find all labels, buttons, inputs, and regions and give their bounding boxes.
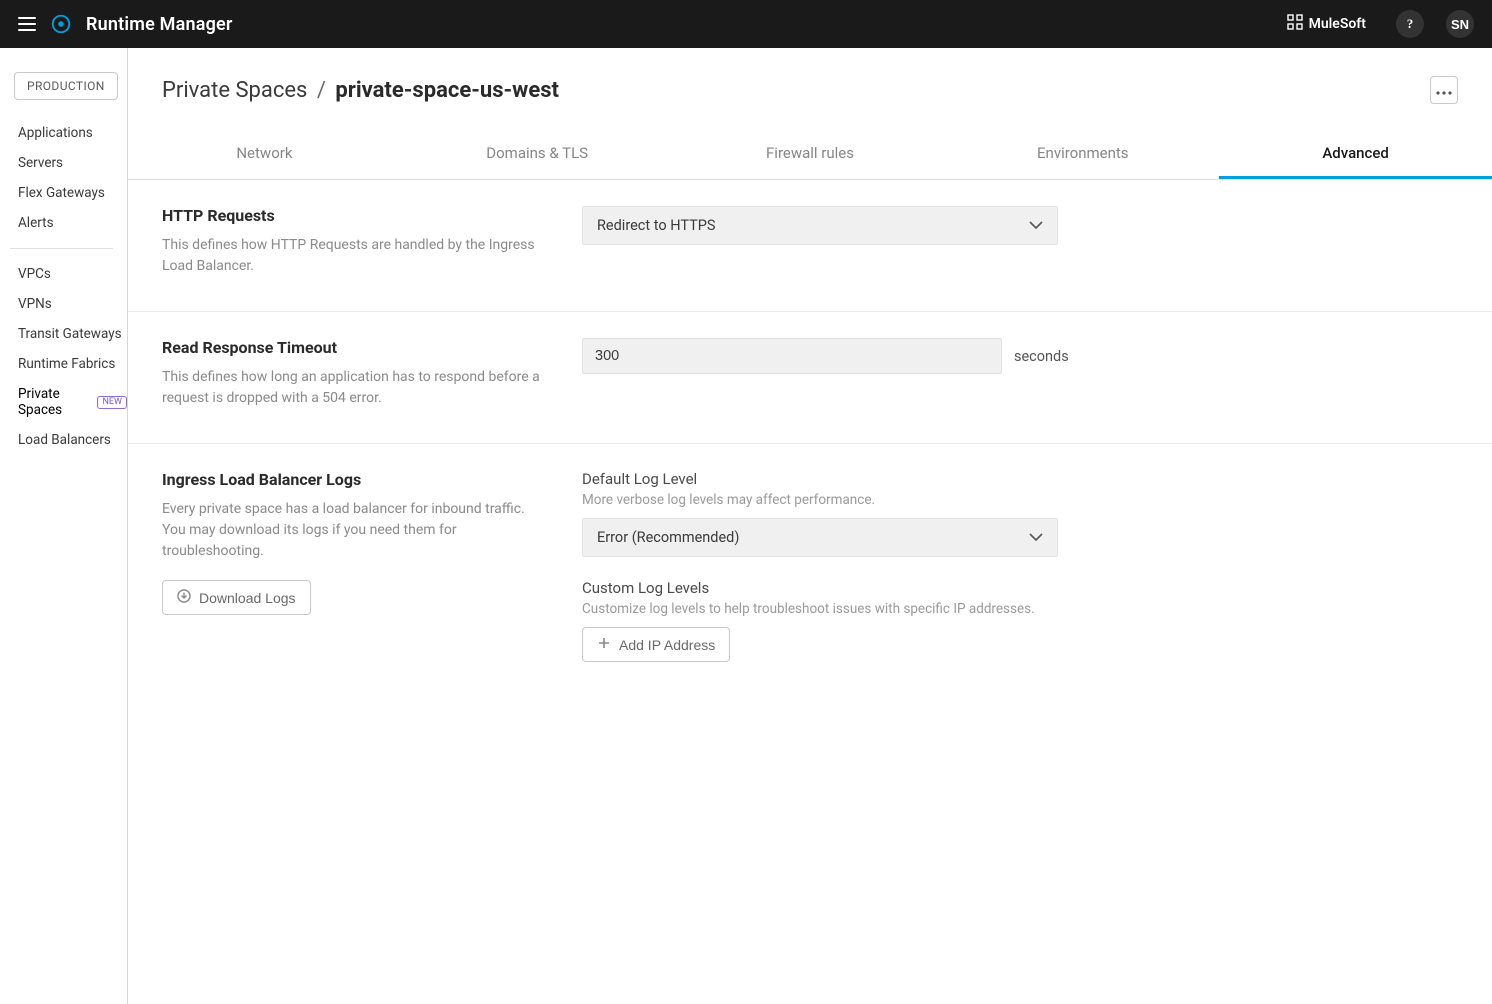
default-log-level-select[interactable]: Error (Recommended) [582,518,1058,557]
sidebar-item-vpcs[interactable]: VPCs [4,259,127,289]
tab-domains-tls[interactable]: Domains & TLS [401,132,674,179]
more-actions-button[interactable] [1430,76,1458,104]
section-title: HTTP Requests [162,206,542,225]
sidebar-item-label: Alerts [18,215,54,231]
topbar: Runtime Manager MuleSoft ? SN [0,0,1492,48]
sidebar-item-servers[interactable]: Servers [4,148,127,178]
brand-link[interactable]: MuleSoft [1287,14,1366,34]
tab-network[interactable]: Network [128,132,401,179]
http-requests-select[interactable]: Redirect to HTTPS [582,206,1058,245]
environment-badge[interactable]: PRODUCTION [14,72,118,100]
timeout-input[interactable] [582,338,1002,374]
hamburger-icon[interactable] [18,17,36,31]
ellipsis-icon [1436,83,1452,98]
field-label: Default Log Level [582,470,1222,488]
breadcrumb-current: private-space-us-west [335,78,559,103]
section-description: This defines how long an application has… [162,367,542,409]
add-ip-address-button[interactable]: Add IP Address [582,627,730,662]
select-value: Redirect to HTTPS [597,217,716,234]
sidebar-item-runtime-fabrics[interactable]: Runtime Fabrics [4,349,127,379]
new-pill: NEW [97,396,127,409]
section-title: Read Response Timeout [162,338,542,357]
breadcrumb-separator: / [313,78,330,103]
chevron-down-icon [1029,529,1043,546]
tab-environments[interactable]: Environments [946,132,1219,179]
page-header: Private Spaces / private-space-us-west [128,48,1492,108]
help-button[interactable]: ? [1396,10,1424,38]
sidebar-item-label: Flex Gateways [18,185,105,201]
select-value: Error (Recommended) [597,529,739,546]
button-label: Download Logs [199,590,296,606]
default-log-level-block: Default Log Level More verbose log level… [582,470,1222,557]
main: Private Spaces / private-space-us-west N… [128,48,1492,1004]
breadcrumb-parent[interactable]: Private Spaces [162,78,307,103]
download-logs-button[interactable]: Download Logs [162,580,311,615]
sidebar-item-label: VPCs [18,266,51,282]
sidebar-item-label: Servers [18,155,63,171]
tabs: Network Domains & TLS Firewall rules Env… [128,132,1492,180]
sidebar-item-private-spaces[interactable]: Private Spaces NEW [4,379,127,425]
tab-firewall[interactable]: Firewall rules [674,132,947,179]
avatar-button[interactable]: SN [1446,10,1474,38]
sidebar-item-label: VPNs [18,296,52,312]
plus-icon [597,636,611,653]
section-ingress-lb-logs: Ingress Load Balancer Logs Every private… [128,444,1492,718]
section-description: Every private space has a load balancer … [162,499,542,562]
section-read-response-timeout: Read Response Timeout This defines how l… [128,312,1492,444]
field-hint: Customize log levels to help troubleshoo… [582,601,1222,617]
chevron-down-icon [1029,217,1043,234]
sidebar-item-load-balancers[interactable]: Load Balancers [4,425,127,455]
app-title: Runtime Manager [86,14,233,35]
sidebar-item-applications[interactable]: Applications [4,118,127,148]
sidebar-item-flex-gateways[interactable]: Flex Gateways [4,178,127,208]
sidebar-item-alerts[interactable]: Alerts [4,208,127,238]
sidebar-item-transit-gateways[interactable]: Transit Gateways [4,319,127,349]
section-http-requests: HTTP Requests This defines how HTTP Requ… [128,180,1492,312]
breadcrumb: Private Spaces / private-space-us-west [162,78,559,103]
download-icon [177,589,191,606]
sidebar-item-label: Applications [18,125,93,141]
app-logo-icon [50,13,72,35]
grid-icon [1287,14,1303,34]
timeout-unit: seconds [1014,348,1069,365]
brand-label: MuleSoft [1309,16,1366,32]
sidebar-separator [10,248,113,249]
button-label: Add IP Address [619,637,715,653]
sidebar-item-label: Private Spaces [18,386,91,418]
sidebar-item-label: Transit Gateways [18,326,122,342]
tab-advanced[interactable]: Advanced [1219,132,1492,179]
sidebar-item-label: Runtime Fabrics [18,356,115,372]
custom-log-levels-block: Custom Log Levels Customize log levels t… [582,579,1222,662]
section-title: Ingress Load Balancer Logs [162,470,542,489]
sidebar-item-label: Load Balancers [18,432,111,448]
field-label: Custom Log Levels [582,579,1222,597]
section-description: This defines how HTTP Requests are handl… [162,235,542,277]
help-icon: ? [1407,16,1414,32]
sidebar: PRODUCTION Applications Servers Flex Gat… [0,48,128,1004]
field-hint: More verbose log levels may affect perfo… [582,492,1222,508]
sidebar-item-vpns[interactable]: VPNs [4,289,127,319]
avatar-initials: SN [1451,17,1469,32]
